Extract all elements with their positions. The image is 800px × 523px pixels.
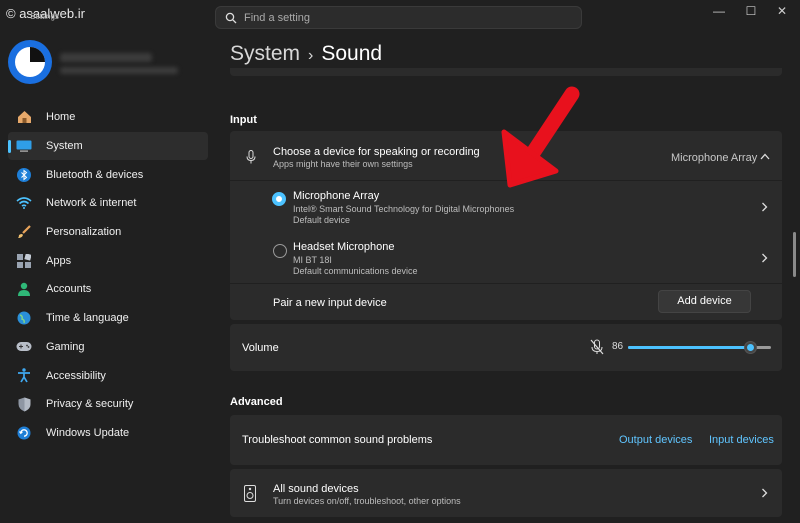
scrollbar-thumb[interactable] <box>793 232 796 277</box>
wifi-icon <box>16 195 32 211</box>
sidebar-item-gaming[interactable]: Gaming <box>8 333 208 362</box>
sidebar-item-windows-update[interactable]: Windows Update <box>8 419 208 448</box>
sidebar-item-accounts[interactable]: Accounts <box>8 275 208 304</box>
sidebar-item-apps[interactable]: Apps <box>8 246 208 275</box>
device-option-headset-microphone[interactable]: Headset Microphone MI BT 18I Default com… <box>230 232 782 282</box>
sidebar-item-time-language[interactable]: Time & language <box>8 304 208 333</box>
controller-icon <box>16 339 32 355</box>
sidebar-item-label: Network & internet <box>46 197 137 210</box>
input-section-heading: Input <box>230 114 257 126</box>
chevron-up-icon[interactable] <box>760 153 770 160</box>
chevron-right-icon[interactable] <box>761 253 768 263</box>
troubleshoot-card: Troubleshoot common sound problems <box>230 415 782 465</box>
update-icon <box>16 425 32 441</box>
output-devices-link[interactable]: Output devices <box>619 434 692 446</box>
sidebar-item-privacy[interactable]: Privacy & security <box>8 390 208 419</box>
sidebar-item-label: Gaming <box>46 340 85 353</box>
sidebar-item-label: Personalization <box>46 226 122 239</box>
close-button[interactable]: ✕ <box>772 3 792 19</box>
avatar[interactable] <box>8 40 52 84</box>
radio-headset-microphone[interactable] <box>273 244 287 258</box>
bluetooth-icon <box>16 167 32 183</box>
pair-input-device-row: Pair a new input device Add device <box>230 283 782 321</box>
account-email-blurred <box>60 67 178 74</box>
sidebar-nav: Home System Bluetooth & devices Network … <box>8 103 208 447</box>
home-icon <box>16 109 32 125</box>
device-name: Headset Microphone <box>293 241 395 253</box>
device-role: Default communications device <box>293 266 418 276</box>
chevron-right-icon <box>762 488 768 498</box>
input-devices-link[interactable]: Input devices <box>709 434 774 446</box>
radio-microphone-array[interactable] <box>272 192 286 206</box>
sidebar-item-personalization[interactable]: Personalization <box>8 218 208 247</box>
sidebar-item-label: Time & language <box>46 312 129 325</box>
page-title: Sound <box>321 42 383 65</box>
breadcrumb: System › Sound <box>230 42 382 66</box>
shield-icon <box>16 396 32 412</box>
sidebar-item-label: Accessibility <box>46 369 106 382</box>
apps-icon <box>16 253 32 269</box>
accessibility-icon <box>16 368 32 384</box>
speaker-icon <box>244 485 256 502</box>
sidebar-item-bluetooth[interactable]: Bluetooth & devices <box>8 160 208 189</box>
volume-label: Volume <box>242 342 279 354</box>
search-icon <box>225 12 237 24</box>
sidebar-item-label: Apps <box>46 254 72 267</box>
annotation-arrow-icon <box>501 86 580 188</box>
system-icon <box>16 138 32 154</box>
sidebar-item-label: Home <box>46 111 76 124</box>
sidebar-item-label: Accounts <box>46 283 92 296</box>
device-role: Default device <box>293 215 351 225</box>
account-name-blurred <box>60 53 152 62</box>
sidebar-item-accessibility[interactable]: Accessibility <box>8 361 208 390</box>
person-icon <box>16 281 32 297</box>
sidebar-item-label: Windows Update <box>46 426 130 439</box>
sidebar-item-network[interactable]: Network & internet <box>8 189 208 218</box>
search-box[interactable]: Find a setting <box>215 6 582 29</box>
pair-device-label: Pair a new input device <box>273 297 387 309</box>
search-input[interactable]: Find a setting <box>244 12 310 24</box>
microphone-icon <box>246 150 256 164</box>
selected-device-value: Microphone Array <box>671 152 758 164</box>
all-sound-devices-card[interactable]: All sound devices Turn devices on/off, t… <box>230 469 782 517</box>
scrolled-card-remnant <box>230 68 782 76</box>
breadcrumb-parent[interactable]: System <box>230 42 300 65</box>
volume-value: 86 <box>612 341 624 352</box>
sidebar-item-system[interactable]: System <box>8 131 208 161</box>
sidebar-item-label: System <box>46 140 83 153</box>
microphone-mute-icon[interactable] <box>590 339 604 355</box>
sidebar-item-label: Privacy & security <box>46 398 134 411</box>
sidebar-item-home[interactable]: Home <box>8 103 208 132</box>
sidebar-item-label: Bluetooth & devices <box>46 168 144 181</box>
advanced-section-heading: Advanced <box>230 396 283 408</box>
add-device-button[interactable]: Add device <box>658 290 751 313</box>
device-description: Intel® Smart Sound Technology for Digita… <box>293 204 515 214</box>
choose-device-title: Choose a device for speaking or recordin… <box>273 146 480 158</box>
brush-icon <box>16 224 32 240</box>
globe-icon <box>16 310 32 326</box>
all-sound-devices-subtitle: Turn devices on/off, troubleshoot, other… <box>273 496 461 506</box>
volume-slider-fill <box>628 346 751 349</box>
minimize-button[interactable]: — <box>709 3 729 19</box>
chevron-right-icon[interactable] <box>761 202 768 212</box>
app-title: Settings <box>30 12 59 21</box>
maximize-button[interactable]: ☐ <box>741 3 761 19</box>
breadcrumb-separator: › <box>308 47 314 64</box>
device-name: Microphone Array <box>293 190 380 202</box>
troubleshoot-label: Troubleshoot common sound problems <box>242 434 433 446</box>
device-description: MI BT 18I <box>293 255 332 265</box>
all-sound-devices-title: All sound devices <box>273 483 359 495</box>
choose-device-subtitle: Apps might have their own settings <box>273 159 413 169</box>
